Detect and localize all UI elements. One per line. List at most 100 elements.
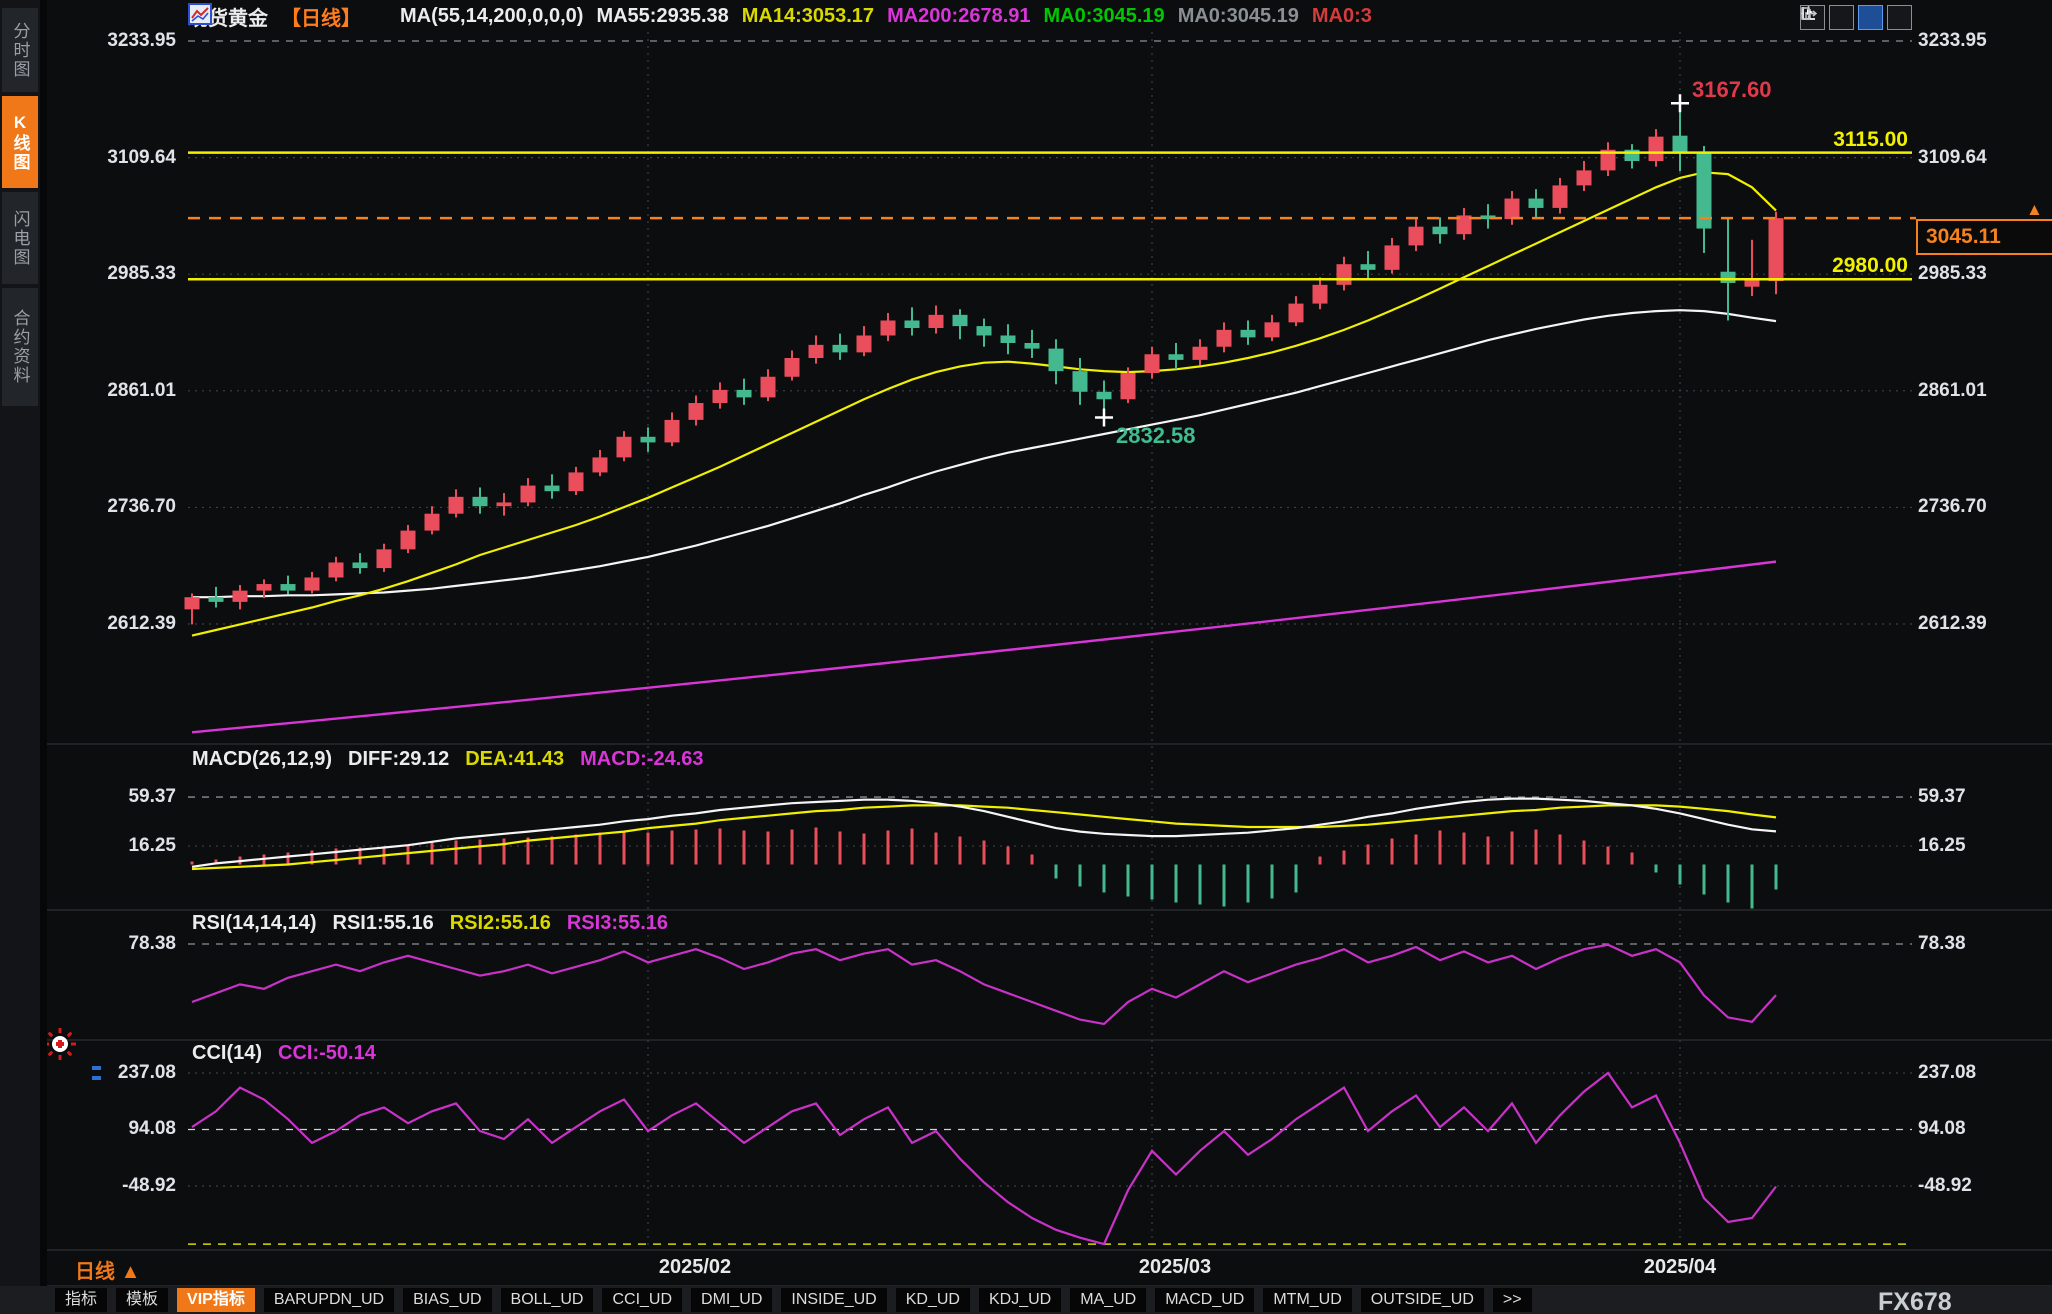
candle[interactable] xyxy=(1073,371,1088,392)
candle[interactable] xyxy=(329,562,344,577)
indicator-tab-cci_ud[interactable]: CCI_UD xyxy=(602,1288,682,1312)
candle[interactable] xyxy=(305,577,320,590)
axis-chart-icon[interactable] xyxy=(1829,5,1854,30)
indicator-tab-inside_ud[interactable]: INSIDE_UD xyxy=(781,1288,886,1312)
candle[interactable] xyxy=(761,377,776,398)
candle[interactable] xyxy=(185,597,200,609)
candle[interactable] xyxy=(617,437,632,458)
candle[interactable] xyxy=(209,597,224,602)
candle[interactable] xyxy=(857,335,872,352)
ma55-value: MA55:2935.38 xyxy=(596,5,728,28)
indicator-tab-macd_ud[interactable]: MACD_UD xyxy=(1155,1288,1254,1312)
support-line-label[interactable]: 2980.00 xyxy=(1820,254,1908,278)
candle[interactable] xyxy=(1673,136,1688,152)
candle[interactable] xyxy=(953,315,968,326)
candle[interactable] xyxy=(809,345,824,358)
candle[interactable] xyxy=(1097,392,1112,400)
candle[interactable] xyxy=(1649,137,1664,161)
candle[interactable] xyxy=(1121,373,1136,399)
candle[interactable] xyxy=(1289,304,1304,323)
candle[interactable] xyxy=(449,497,464,514)
indicator-tab-vip[interactable]: VIP指标 xyxy=(177,1288,255,1312)
candle[interactable] xyxy=(353,562,368,568)
candle[interactable] xyxy=(1769,218,1784,281)
candle[interactable] xyxy=(1721,272,1736,283)
resistance-line-label[interactable]: 3115.00 xyxy=(1820,128,1908,152)
candle[interactable] xyxy=(257,584,272,591)
candle[interactable] xyxy=(497,502,512,506)
candle[interactable] xyxy=(233,591,248,602)
indicator-tab-kdj_ud[interactable]: KDJ_UD xyxy=(979,1288,1061,1312)
period-label[interactable]: 【日线】 xyxy=(281,2,361,31)
axis-label: 237.08 xyxy=(78,1062,176,1084)
candle[interactable] xyxy=(1265,322,1280,337)
candle[interactable] xyxy=(401,531,416,550)
candle[interactable] xyxy=(1049,349,1064,372)
candle[interactable] xyxy=(1145,354,1160,373)
candle[interactable] xyxy=(929,315,944,328)
indicator-tab-bias_ud[interactable]: BIAS_UD xyxy=(403,1288,491,1312)
candle[interactable] xyxy=(545,486,560,492)
indicator-tab-mtm_ud[interactable]: MTM_UD xyxy=(1263,1288,1351,1312)
candle[interactable] xyxy=(689,403,704,420)
candle[interactable] xyxy=(1529,199,1544,208)
indicator-tab-kd_ud[interactable]: KD_UD xyxy=(896,1288,970,1312)
sidebar-item-timechart[interactable]: 分时图 xyxy=(2,8,38,92)
candle[interactable] xyxy=(977,326,992,335)
candle[interactable] xyxy=(1577,170,1592,185)
candle[interactable] xyxy=(905,320,920,328)
candle[interactable] xyxy=(1553,185,1568,208)
macd-diff-value: DIFF:29.12 xyxy=(348,748,449,771)
candle[interactable] xyxy=(1409,227,1424,246)
pane-shift-icon[interactable] xyxy=(1887,5,1912,30)
candle[interactable] xyxy=(1001,335,1016,343)
candle[interactable] xyxy=(473,497,488,506)
candle[interactable] xyxy=(1217,330,1232,347)
candle[interactable] xyxy=(569,472,584,491)
candle[interactable] xyxy=(1241,330,1256,338)
candle[interactable] xyxy=(1313,285,1328,304)
candle[interactable] xyxy=(593,457,608,472)
indicator-tab-outside_ud[interactable]: OUTSIDE_UD xyxy=(1361,1288,1484,1312)
ma0-value-gray: MA0:3045.19 xyxy=(1178,5,1299,28)
indicator-tab-ma_ud[interactable]: MA_UD xyxy=(1070,1288,1146,1312)
candle[interactable] xyxy=(833,345,848,353)
axis-label: -48.92 xyxy=(78,1175,176,1197)
last-price-box: 3045.11 xyxy=(1916,219,2052,255)
indicator-tab-dmi_ud[interactable]: DMI_UD xyxy=(691,1288,772,1312)
axis-label: 78.38 xyxy=(1918,933,2016,955)
cci-title: CCI(14) xyxy=(192,1042,262,1065)
candle[interactable] xyxy=(281,584,296,591)
candle[interactable] xyxy=(1361,264,1376,270)
indicator-tab-boll_ud[interactable]: BOLL_UD xyxy=(501,1288,594,1312)
indicator-tab-barupdn_ud[interactable]: BARUPDN_UD xyxy=(264,1288,394,1312)
candle[interactable] xyxy=(1385,245,1400,269)
sidebar-item-flashchart[interactable]: 闪电图 xyxy=(2,192,38,284)
candle[interactable] xyxy=(713,390,728,403)
candle[interactable] xyxy=(785,358,800,377)
candle[interactable] xyxy=(1025,343,1040,349)
axis-chart-active-icon[interactable] xyxy=(1858,5,1883,30)
indicator-tab-[interactable]: >> xyxy=(1493,1288,1532,1312)
period-expand-icon[interactable]: ▲ xyxy=(121,1261,141,1283)
period-badge[interactable]: 日线 ▲ xyxy=(75,1255,140,1284)
candle[interactable] xyxy=(521,486,536,503)
candle[interactable] xyxy=(1337,264,1352,285)
sidebar-item-klinechart[interactable]: K线图 xyxy=(2,96,38,188)
hot-point-icon[interactable] xyxy=(44,1028,76,1060)
candle[interactable] xyxy=(737,390,752,398)
candle[interactable] xyxy=(1169,354,1184,360)
axis-label: 3109.64 xyxy=(1918,147,2016,169)
candle[interactable] xyxy=(1505,199,1520,220)
candle[interactable] xyxy=(641,437,656,443)
candle[interactable] xyxy=(377,549,392,568)
candle[interactable] xyxy=(665,420,680,443)
sidebar-item-contract-info[interactable]: 合约资料 xyxy=(2,288,38,406)
candle[interactable] xyxy=(425,514,440,531)
chart-canvas xyxy=(0,0,2052,1314)
candle[interactable] xyxy=(1433,227,1448,235)
indicator-tab-[interactable]: 指标 xyxy=(55,1288,107,1312)
candle[interactable] xyxy=(1193,347,1208,360)
candle[interactable] xyxy=(881,320,896,335)
indicator-tab-[interactable]: 模板 xyxy=(116,1288,168,1312)
